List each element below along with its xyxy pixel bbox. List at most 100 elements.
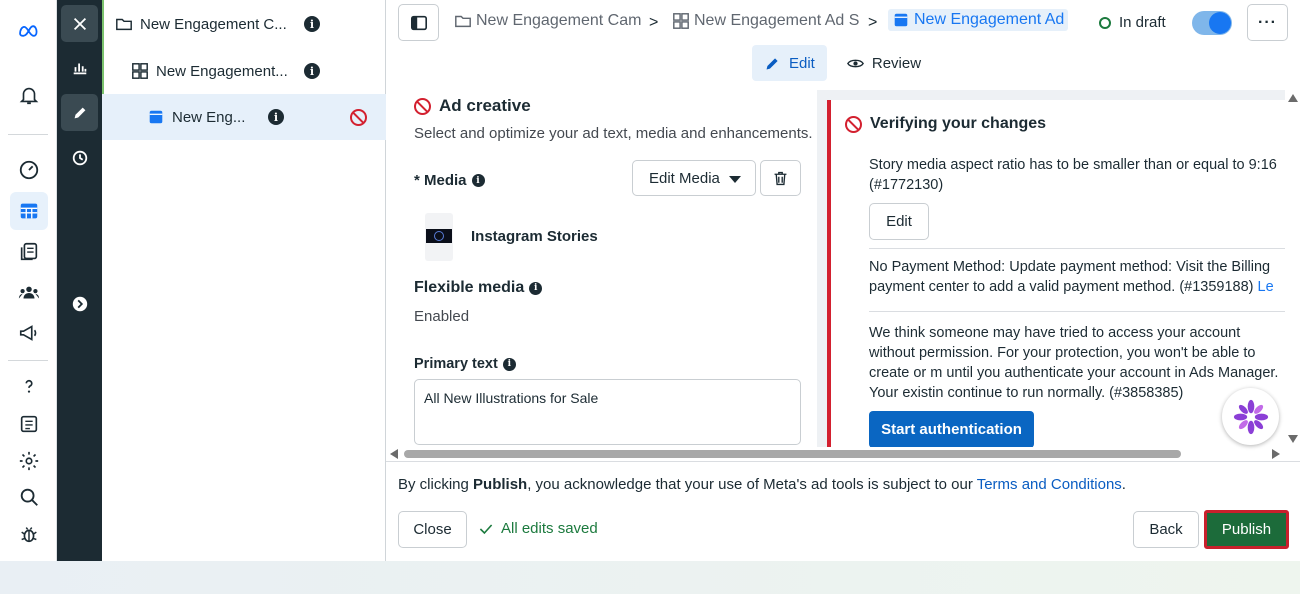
vertical-scrollbar[interactable] bbox=[1285, 90, 1300, 447]
meta-logo-icon[interactable] bbox=[10, 12, 48, 50]
info-icon[interactable]: i bbox=[304, 16, 320, 32]
search-icon[interactable] bbox=[10, 478, 48, 516]
section-title: Ad creative bbox=[414, 96, 531, 116]
media-label: * Media i bbox=[414, 172, 485, 189]
breadcrumb-label: New Engagement Ad Se bbox=[694, 12, 860, 29]
help-icon[interactable] bbox=[10, 368, 48, 406]
primary-text-input[interactable]: All New Illustrations for Sale bbox=[414, 379, 801, 445]
news-icon[interactable] bbox=[10, 405, 48, 443]
breadcrumb-campaign[interactable]: New Engagement Camp bbox=[454, 12, 642, 30]
close-icon[interactable] bbox=[61, 5, 98, 42]
edit-media-dropdown[interactable]: Edit Media bbox=[632, 160, 756, 196]
breadcrumb-adset[interactable]: New Engagement Ad Se bbox=[672, 12, 860, 30]
terms-text: By clicking bbox=[398, 476, 474, 493]
table-icon[interactable] bbox=[10, 192, 48, 230]
toggle-panel-button[interactable] bbox=[398, 4, 439, 41]
expand-arrow-icon[interactable] bbox=[61, 285, 98, 322]
left-nav-rail bbox=[0, 0, 57, 561]
breadcrumb-label: New Engagement Camp bbox=[476, 12, 642, 29]
horizontal-scrollbar[interactable] bbox=[386, 447, 1285, 461]
main-editor: New Engagement Camp > New Engagement Ad … bbox=[386, 0, 1300, 561]
status-label: In draft bbox=[1119, 14, 1166, 31]
error-ban-icon bbox=[350, 109, 367, 126]
placement-name: Instagram Stories bbox=[471, 228, 598, 245]
error-message-payment: No Payment Method: Update payment method… bbox=[869, 257, 1285, 297]
media-thumbnail[interactable] bbox=[425, 213, 453, 261]
media-label-text: * Media bbox=[414, 172, 467, 189]
flexible-label-text: Flexible media bbox=[414, 279, 525, 296]
ad-icon bbox=[149, 110, 163, 124]
tree-label: New Eng... bbox=[172, 108, 246, 126]
chevron-right-icon: > bbox=[868, 14, 878, 31]
ad-creative-form: Ad creative Select and optimize your ad … bbox=[386, 90, 817, 447]
gauge-icon[interactable] bbox=[10, 151, 48, 189]
tree-item-ad[interactable]: New Eng... i bbox=[102, 94, 386, 140]
terms-text: . bbox=[1121, 476, 1126, 493]
error-ban-icon bbox=[414, 97, 431, 115]
eye-icon bbox=[846, 59, 864, 67]
pencil-icon[interactable] bbox=[61, 94, 98, 131]
tree-item-campaign[interactable]: New Engagement C... i bbox=[102, 1, 386, 47]
edit-media-label: Edit Media bbox=[649, 169, 720, 187]
review-mode-tab[interactable]: Review bbox=[835, 45, 933, 81]
top-bar: New Engagement Camp > New Engagement Ad … bbox=[386, 0, 1300, 46]
history-icon[interactable] bbox=[61, 139, 98, 176]
mode-switcher: Edit Review bbox=[752, 45, 933, 81]
edit-mode-tab[interactable]: Edit bbox=[752, 45, 827, 81]
section-title-text: Ad creative bbox=[439, 96, 531, 115]
error-message-aspect: Story media aspect ratio has to be small… bbox=[869, 157, 1277, 193]
bug-icon[interactable] bbox=[10, 515, 48, 553]
delete-media-button[interactable] bbox=[760, 160, 801, 196]
flexible-media-label: Flexible media i bbox=[414, 279, 543, 297]
close-button[interactable]: Close bbox=[398, 511, 467, 548]
more-options-button[interactable]: ··· bbox=[1247, 4, 1288, 41]
chevron-right-icon: > bbox=[649, 14, 659, 31]
verification-card: Verifying your changes Story media aspec… bbox=[827, 100, 1285, 447]
back-button[interactable]: Back bbox=[1133, 511, 1199, 548]
info-icon[interactable]: i bbox=[268, 109, 284, 125]
campaign-tree: New Engagement C... i New Engagement... … bbox=[102, 0, 386, 561]
breadcrumb-ad[interactable]: New Engagement Ad bbox=[888, 9, 1069, 31]
start-authentication-button[interactable]: Start authentication bbox=[869, 411, 1034, 447]
terms-link[interactable]: Terms and Conditions bbox=[977, 476, 1122, 493]
error-ban-icon bbox=[845, 115, 862, 133]
info-icon[interactable]: i bbox=[529, 281, 543, 295]
info-icon[interactable]: i bbox=[502, 357, 516, 371]
trash-icon bbox=[774, 171, 787, 185]
bar-chart-icon[interactable] bbox=[61, 49, 98, 86]
tab-label: Review bbox=[871, 54, 922, 72]
grid-icon bbox=[673, 13, 689, 29]
pencil-icon bbox=[766, 57, 778, 69]
learn-more-link[interactable]: Le bbox=[1258, 279, 1274, 295]
info-icon[interactable]: i bbox=[304, 63, 320, 79]
tab-label: Edit bbox=[789, 54, 815, 72]
ellipsis-icon: ··· bbox=[1258, 13, 1277, 31]
people-icon[interactable] bbox=[10, 274, 48, 312]
status-dot-icon bbox=[1099, 16, 1111, 29]
chevron-down-icon bbox=[729, 176, 741, 183]
tree-label: New Engagement... bbox=[156, 62, 288, 80]
info-icon[interactable]: i bbox=[471, 174, 485, 187]
folder-icon bbox=[116, 18, 132, 31]
page-footer-strip bbox=[0, 561, 1300, 594]
payment-text: No Payment Method: Update payment method… bbox=[869, 259, 1271, 295]
grid-icon bbox=[132, 63, 148, 79]
pages-icon[interactable] bbox=[10, 233, 48, 271]
save-status-text: All edits saved bbox=[501, 520, 598, 537]
fix-edit-button[interactable]: Edit bbox=[869, 203, 929, 240]
verification-title-text: Verifying your changes bbox=[870, 115, 1047, 132]
ad-icon bbox=[894, 13, 908, 27]
ad-on-off-toggle[interactable] bbox=[1192, 11, 1232, 35]
megaphone-icon[interactable] bbox=[10, 314, 48, 352]
primary-label-text: Primary text bbox=[414, 356, 498, 372]
bell-icon[interactable] bbox=[10, 76, 48, 114]
publish-button[interactable]: Publish bbox=[1204, 510, 1289, 549]
ai-assistant-button[interactable] bbox=[1222, 388, 1279, 445]
error-message-security: We think someone may have tried to acces… bbox=[869, 325, 1279, 401]
panel-icon bbox=[410, 15, 427, 30]
folder-icon bbox=[455, 15, 471, 28]
editor-tools-strip bbox=[57, 0, 102, 561]
tree-item-adset[interactable]: New Engagement... i bbox=[102, 48, 386, 94]
gear-icon[interactable] bbox=[10, 442, 48, 480]
checkmark-icon bbox=[479, 523, 493, 534]
